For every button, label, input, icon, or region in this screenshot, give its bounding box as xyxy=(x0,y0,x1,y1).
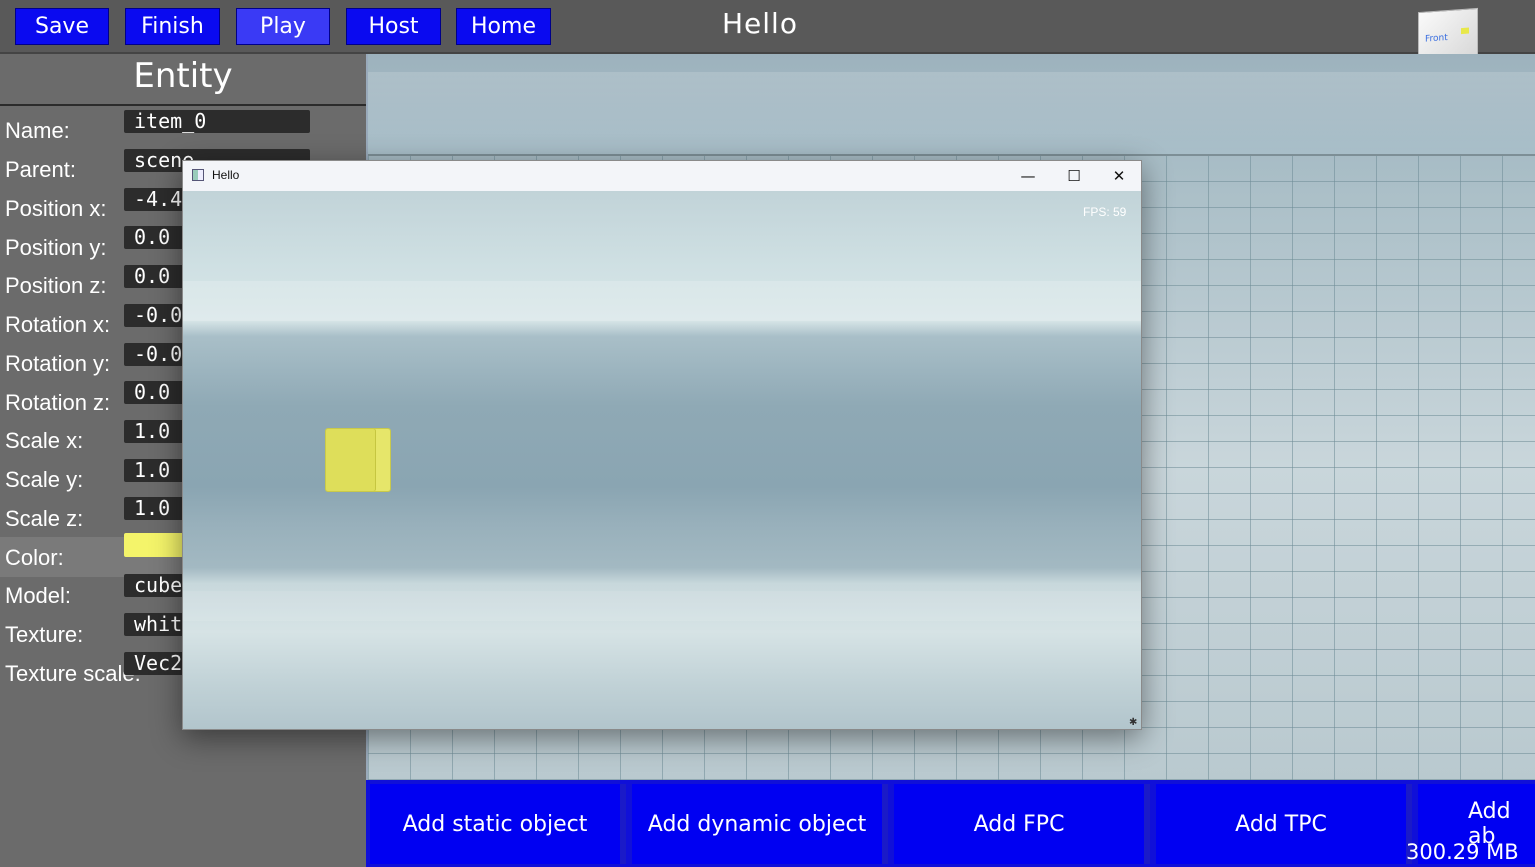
add-dynamic-object-button[interactable]: Add dynamic object xyxy=(632,784,888,864)
minimize-icon[interactable]: — xyxy=(1005,161,1051,191)
game-render-area[interactable]: FPS: 59 ✱ xyxy=(183,191,1141,729)
scale-x-label: Scale x: xyxy=(5,428,84,453)
cloud-streak xyxy=(183,591,1141,621)
add-tpc-button[interactable]: Add TPC xyxy=(1156,784,1412,864)
finish-button[interactable]: Finish xyxy=(125,8,220,45)
rotation-z-label: Rotation z: xyxy=(5,390,111,415)
rotation-y-label: Rotation y: xyxy=(5,351,111,376)
scale-y-label: Scale y: xyxy=(5,467,84,492)
app-title: Hello xyxy=(722,7,798,40)
position-z-label: Position z: xyxy=(5,273,107,298)
yellow-cube xyxy=(325,428,391,492)
app-window-icon xyxy=(192,169,204,181)
add-fpc-button[interactable]: Add FPC xyxy=(894,784,1150,864)
game-window-title: Hello xyxy=(212,168,240,182)
gear-icon[interactable]: ✱ xyxy=(1129,717,1137,728)
fps-counter: FPS: 59 xyxy=(1083,205,1127,219)
memory-usage: 300.29 MB xyxy=(1406,840,1519,864)
view-cube-icon[interactable]: Front xyxy=(1418,7,1478,61)
rotation-x-label: Rotation x: xyxy=(5,312,111,337)
horizon xyxy=(368,154,1535,156)
view-cube-front-label: Front xyxy=(1425,33,1448,45)
texture-label: Texture: xyxy=(5,622,84,647)
model-label: Model: xyxy=(5,583,72,608)
close-icon[interactable]: ✕ xyxy=(1096,161,1142,191)
panel-title: Entity xyxy=(0,54,366,106)
sky xyxy=(368,72,1535,152)
add-static-object-button[interactable]: Add static object xyxy=(370,784,626,864)
play-button[interactable]: Play xyxy=(236,8,330,45)
view-cube-side-marker xyxy=(1461,27,1469,35)
bottom-toolbar: Add static object Add dynamic object Add… xyxy=(366,780,1535,867)
name-field[interactable]: item_0 xyxy=(124,110,310,133)
parent-label: Parent: xyxy=(5,157,76,182)
home-button[interactable]: Home xyxy=(456,8,551,45)
position-y-label: Position y: xyxy=(5,235,107,260)
save-button[interactable]: Save xyxy=(15,8,109,45)
game-window-titlebar[interactable]: Hello — ☐ ✕ xyxy=(183,161,1141,191)
game-window: Hello — ☐ ✕ FPS: 59 ✱ xyxy=(182,160,1142,730)
texture-scale-label: Texture scale: xyxy=(5,661,141,686)
host-button[interactable]: Host xyxy=(346,8,441,45)
color-label: Color: xyxy=(5,545,64,570)
cloud-streak xyxy=(183,281,1141,321)
scale-z-label: Scale z: xyxy=(5,506,84,531)
name-label: Name: xyxy=(5,118,70,143)
top-bar: Save Finish Play Host Home Hello Front xyxy=(0,0,1535,61)
maximize-icon[interactable]: ☐ xyxy=(1051,161,1097,191)
position-x-label: Position x: xyxy=(5,196,107,221)
